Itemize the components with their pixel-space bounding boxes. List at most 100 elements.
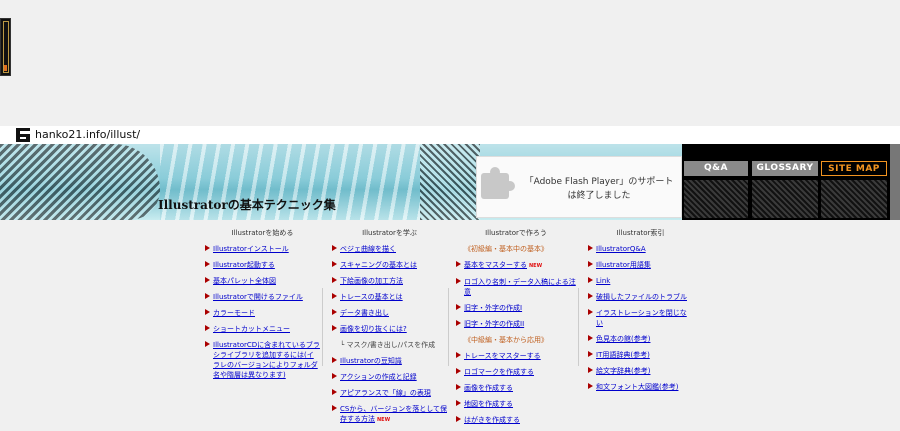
list-item[interactable]: Illustratorの豆知識 (332, 356, 447, 366)
column-divider (322, 288, 323, 366)
embedded-frame (0, 18, 11, 76)
list-item[interactable]: トレースの基本とは (332, 292, 447, 302)
list-item[interactable]: IT用語辞典(参考) (588, 350, 693, 360)
nav-link[interactable]: 旧字・外字の作成I (464, 304, 522, 312)
nav-link[interactable]: IT用語辞典(参考) (596, 351, 650, 359)
list-item[interactable]: 色見本の館(参考) (588, 334, 693, 344)
list-item[interactable]: カラーモード (205, 308, 320, 318)
banner-pattern-decoration (420, 144, 480, 220)
nav-glossary-button[interactable]: GLOSSARY (752, 161, 818, 176)
nav-link[interactable]: 画像を切り抜くには? (340, 325, 407, 333)
list-item[interactable]: スキャニングの基本とは (332, 260, 447, 270)
nav-link[interactable]: アピアランスで「線」の表現 (340, 389, 431, 397)
list-item[interactable]: 絵文字辞典(参考) (588, 366, 693, 376)
list-item[interactable]: ショートカットメニュー (205, 324, 320, 334)
column-make: Illustratorで作ろう《初級編・基本中の基本》 基本をマスターする NEW ロ… (456, 228, 576, 431)
site-url-bar: hanko21.info/illust/ (0, 126, 900, 144)
nav-link[interactable]: 基本をマスターする (464, 261, 527, 269)
column-start: Illustratorを始める Illustratorインストール Illustra… (205, 228, 320, 386)
nav-link[interactable]: ロゴマークを作成する (464, 368, 534, 376)
list-item[interactable]: CSから、バージョンを落として保存する方法 NEW (332, 404, 447, 425)
nav-link[interactable]: 和文フォント大図鑑(参考) (596, 383, 678, 391)
nav-link[interactable]: IllustratorQ&A (596, 245, 646, 253)
link-list: 《初級編・基本中の基本》 基本をマスターする NEW ロゴ入り名刺・データ入稿による注… (456, 244, 576, 425)
link-list: Illustratorインストール Illustrator起動する 基本パレット全体… (205, 244, 320, 380)
nav-link[interactable]: 破損したファイルのトラブル (596, 293, 687, 301)
nav-link[interactable]: 下絵画像の加工方法 (340, 277, 403, 285)
list-item[interactable]: 画像を作成する (456, 383, 576, 393)
list-item[interactable]: アピアランスで「線」の表現 (332, 388, 447, 398)
nav-link[interactable]: ベジェ曲線を描く (340, 245, 396, 253)
nav-link[interactable]: はがきを作成する (464, 416, 520, 424)
list-item[interactable]: アクションの作成と記録 (332, 372, 447, 382)
nav-link[interactable]: IllustratorCDに含まれているブラシライブラリを追加するには(イラレの… (213, 341, 320, 379)
nav-link[interactable]: ショートカットメニュー (213, 325, 290, 333)
list-item[interactable]: Illustrator用語集 (588, 260, 693, 270)
column-heading: Illustratorを始める (231, 229, 294, 237)
flash-unsupported-placeholder: 「Adobe Flash Player」のサポート は終了しました (476, 156, 682, 218)
nav-link[interactable]: アクションの作成と記録 (340, 373, 417, 381)
nav-link[interactable]: 色見本の館(参考) (596, 335, 650, 343)
list-item[interactable]: イラストレーションを閉じない (588, 308, 693, 328)
list-item[interactable]: Illustratorインストール (205, 244, 320, 254)
list-item[interactable]: 基本パレット全体図 (205, 276, 320, 286)
list-item[interactable]: Link (588, 276, 693, 286)
nav-link[interactable]: Illustratorインストール (213, 245, 289, 253)
list-item[interactable]: 旧字・外字の作成II (456, 319, 576, 329)
nav-texture-cell (821, 180, 887, 218)
nav-link[interactable]: 基本パレット全体図 (213, 277, 276, 285)
nav-link[interactable]: CSから、バージョンを落として保存する方法 (340, 405, 447, 423)
column-heading: Illustratorを学ぶ (362, 229, 417, 237)
site-logo-icon[interactable] (16, 128, 30, 142)
list-item[interactable]: ロゴ入り名刺・データ入稿による注意 (456, 277, 576, 297)
list-item[interactable]: Illustrator起動する (205, 260, 320, 270)
new-badge: NEW (377, 417, 391, 423)
list-item[interactable]: IllustratorQ&A (588, 244, 693, 254)
nav-link[interactable]: ロゴ入り名刺・データ入稿による注意 (464, 278, 576, 296)
nav-sitemap-button[interactable]: SITE MAP (821, 161, 887, 176)
list-item[interactable]: 地図を作成する (456, 399, 576, 409)
section-label: └ マスク/書き出し/パスを作成 (340, 341, 436, 349)
nav-panel: Q&A GLOSSARY SITE MAP (682, 144, 890, 220)
column-index: Illustrator索引 IllustratorQ&A Illustrator用語… (588, 228, 693, 398)
list-item[interactable]: 旧字・外字の作成I (456, 303, 576, 313)
nav-link[interactable]: トレースの基本とは (340, 293, 403, 301)
nav-link[interactable]: スキャニングの基本とは (340, 261, 417, 269)
list-item[interactable]: ロゴマークを作成する (456, 367, 576, 377)
section-label: 《中級編・基本から応用》 (464, 336, 548, 344)
nav-link[interactable]: 地図を作成する (464, 400, 513, 408)
column-heading: Illustratorで作ろう (485, 229, 547, 237)
list-item[interactable]: データ書き出し (332, 308, 447, 318)
list-item[interactable]: Illustratorで開けるファイル (205, 292, 320, 302)
site-url[interactable]: hanko21.info/illust/ (35, 128, 140, 141)
column-learn: Illustratorを学ぶベジェ曲線を描くスキャニングの基本とは 下絵画像の加工… (332, 228, 447, 431)
nav-link[interactable]: データ書き出し (340, 309, 389, 317)
list-item[interactable]: 和文フォント大図鑑(参考) (588, 382, 693, 392)
nav-link[interactable]: 画像を作成する (464, 384, 513, 392)
nav-link[interactable]: Illustrator起動する (213, 261, 275, 269)
list-item[interactable]: 画像を切り抜くには? (332, 324, 447, 334)
list-item[interactable]: 破損したファイルのトラブル (588, 292, 693, 302)
nav-link[interactable]: Illustratorの豆知識 (340, 357, 402, 365)
nav-link[interactable]: Link (596, 277, 610, 285)
list-item[interactable]: 下絵画像の加工方法 (332, 276, 447, 286)
plugin-puzzle-icon (481, 167, 515, 199)
nav-link[interactable]: イラストレーションを閉じない (596, 309, 687, 327)
column-divider (578, 288, 579, 366)
frame-marker (4, 65, 7, 71)
nav-link[interactable]: 絵文字辞典(参考) (596, 367, 650, 375)
list-item[interactable]: トレースをマスターする (456, 351, 576, 361)
nav-link[interactable]: カラーモード (213, 309, 255, 317)
list-item[interactable]: 基本をマスターする NEW (456, 260, 576, 271)
list-item[interactable]: ベジェ曲線を描く (332, 244, 447, 254)
list-item[interactable]: IllustratorCDに含まれているブラシライブラリを追加するには(イラレの… (205, 340, 320, 380)
nav-link[interactable]: 旧字・外字の作成II (464, 320, 524, 328)
list-item[interactable]: はがきを作成する (456, 415, 576, 425)
nav-link[interactable]: トレースをマスターする (464, 352, 541, 360)
nav-qa-button[interactable]: Q&A (684, 161, 748, 176)
new-badge: NEW (529, 263, 543, 269)
flash-message-line2: は終了しました (567, 191, 631, 201)
nav-link[interactable]: Illustrator用語集 (596, 261, 651, 269)
nav-link[interactable]: Illustratorで開けるファイル (213, 293, 303, 301)
flash-message-line1: 「Adobe Flash Player」のサポート (524, 177, 674, 187)
